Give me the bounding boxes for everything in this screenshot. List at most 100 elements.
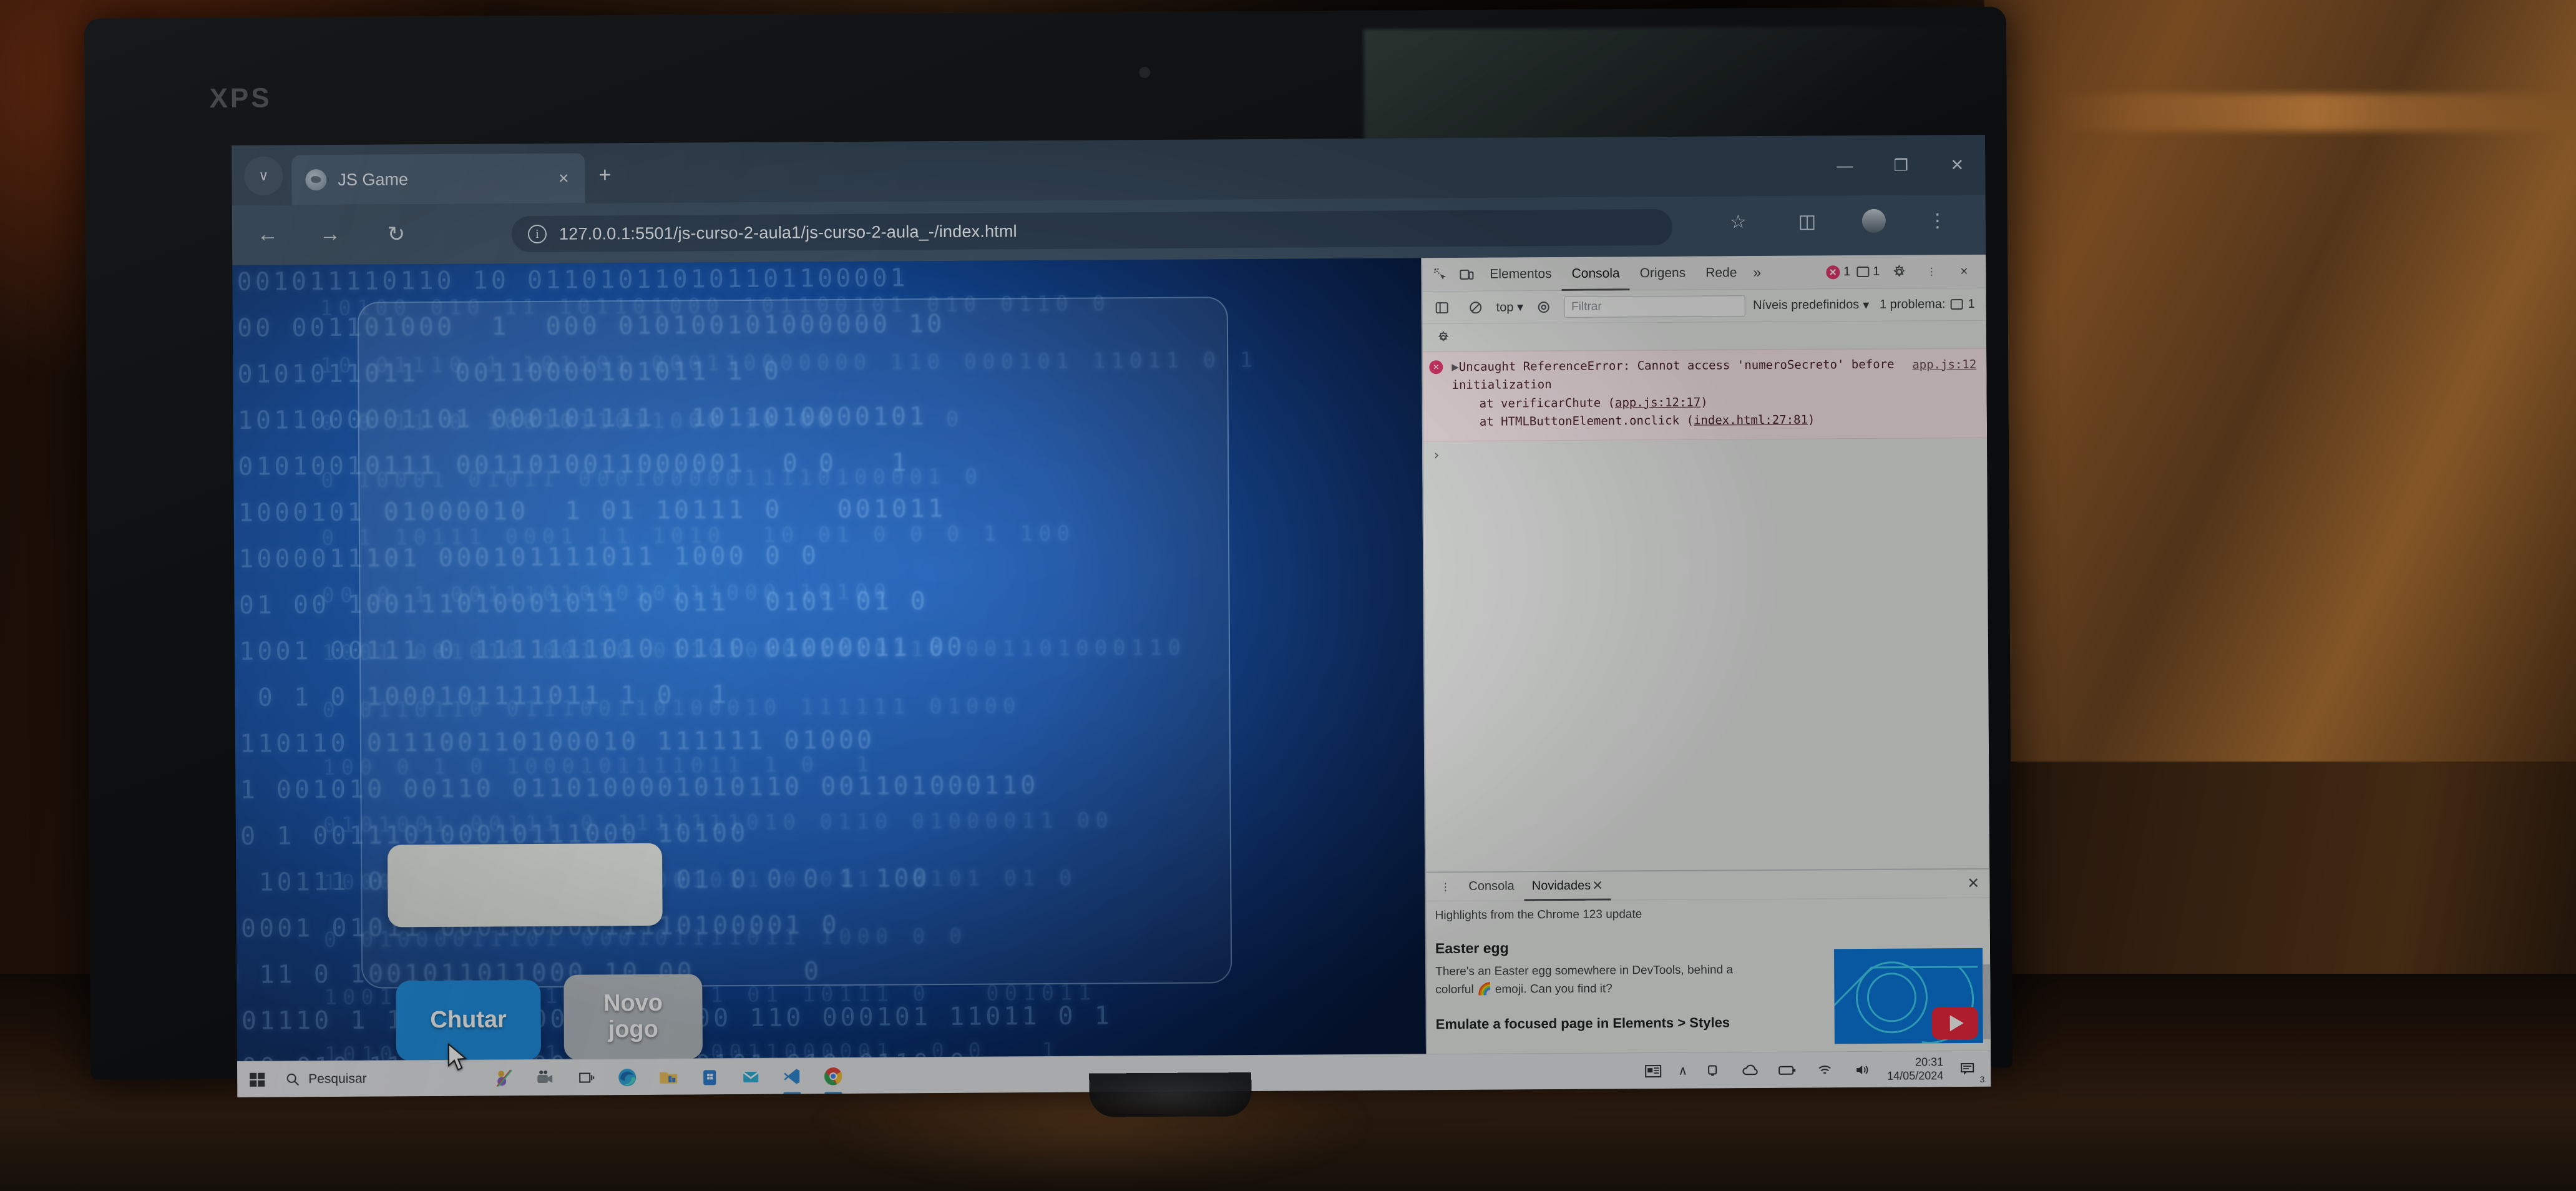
chevron-down-icon: ▾ [1517,300,1524,315]
system-tray: ∧ 20:31 14/05/2024 3 [1641,1056,1991,1085]
filter-placeholder: Filtrar [1571,300,1602,313]
devtools-menu-icon[interactable]: ⋮ [1918,258,1944,285]
error-count: 1 [1843,265,1851,279]
console-context-label: top [1496,300,1514,315]
new-tab-button[interactable]: + [598,163,611,187]
avatar[interactable] [1861,208,1886,233]
warning-count: 1 [1873,264,1880,278]
site-info-icon[interactable]: i [527,224,547,244]
live-expression-icon[interactable] [1531,294,1557,320]
wifi-icon[interactable] [1812,1057,1837,1082]
video-thumbnail[interactable] [1833,948,1983,1044]
tab-elementos[interactable]: Elementos [1480,257,1562,291]
log-levels-selector[interactable]: Níveis predefinidos ▾ [1753,297,1869,313]
console-prompt[interactable]: › [1423,438,1987,470]
clear-console-icon[interactable] [1463,294,1489,320]
edge-icon[interactable] [615,1065,640,1090]
stack-frame-1-link[interactable]: app.js:12:17 [1615,395,1700,409]
back-button[interactable]: ← [253,222,282,247]
tab-origens[interactable]: Origens [1629,256,1695,290]
volume-icon[interactable] [1850,1057,1875,1082]
news-icon[interactable] [1641,1058,1666,1083]
task-view-icon[interactable] [573,1065,598,1090]
console-filter-input[interactable]: Filtrar [1564,295,1746,318]
wood-highlight [2053,94,2576,131]
drawer-tab-novidades[interactable]: Novidades ✕ [1525,871,1611,901]
restore-button[interactable]: ❐ [1873,135,1930,195]
notification-icon[interactable]: 3 [1956,1056,1985,1084]
drawer-tab-novidades-label: Novidades [1531,878,1591,893]
close-window-button[interactable]: ✕ [1929,135,1986,195]
chrome-menu-icon[interactable]: ⋮ [1928,210,1947,232]
start-icon[interactable] [237,1071,277,1087]
tray-expand-icon[interactable]: ∧ [1678,1063,1687,1079]
error-source-link[interactable]: app.js:12 [1912,356,1976,375]
minimize-button[interactable]: — [1817,135,1873,196]
problems-indicator[interactable]: 1 problema: 1 [1880,297,1980,312]
log-levels-label: Níveis predefinidos [1753,298,1860,313]
error-count-badge[interactable]: ✕ 1 [1826,265,1850,279]
globe-icon [305,169,327,191]
chutar-label: Chutar [430,1006,507,1034]
console-settings-gear-icon[interactable] [1430,324,1456,350]
battery-icon[interactable] [1775,1057,1800,1082]
guess-input[interactable] [387,843,663,928]
device-toolbar-icon[interactable] [1453,261,1480,287]
tab-title: JS Game [338,169,409,189]
laptop-hinge [1089,1072,1252,1117]
onedrive-icon[interactable] [1700,1058,1725,1083]
message-icon [1950,299,1963,310]
devtools-panel: Elementos Consola Origens Rede » ✕ 1 1 ⋮… [1421,254,1991,1073]
inspect-element-icon[interactable] [1427,262,1453,288]
gear-icon[interactable] [1886,258,1912,285]
stack-frame-2-link[interactable]: index.html:27:81 [1694,413,1808,428]
laptop-body: XPS ∨ JS Game × + — ❐ ✕ ← → ↻ i 127.0.0.… [84,6,2013,1117]
window-controls: — ❐ ✕ [1817,135,1986,196]
browser-toolbar: ← → ↻ i 127.0.0.1:5501/js-curso-2-aula1/… [232,194,1986,265]
drawer-menu-icon[interactable]: ⋮ [1432,873,1458,899]
page-viewport: 10100 010 11 101101000 101100101 010 011… [232,258,1427,1080]
taskbar-apps [491,1063,846,1095]
taskbar-search[interactable]: Pesquisar [277,1071,367,1087]
forward-button[interactable]: → [316,222,344,247]
cloud-icon[interactable] [1737,1058,1762,1083]
novo-jogo-button[interactable]: Novo jogo [564,974,703,1060]
teams-icon[interactable] [491,1066,516,1091]
console-toolbar: top ▾ Filtrar Níveis predefinidos ▾ 1 pro… [1422,288,1986,325]
vscode-icon[interactable] [779,1064,804,1095]
error-icon: ✕ [1429,360,1443,375]
more-tabs-icon[interactable]: » [1747,264,1767,281]
warning-count-badge[interactable]: 1 [1856,265,1880,279]
devtools-close-icon[interactable]: ✕ [1951,258,1977,284]
explorer-icon[interactable] [656,1064,681,1089]
drawer-close-icon[interactable]: ✕ [1967,875,1984,893]
tab-rede[interactable]: Rede [1695,256,1747,290]
side-panel-icon[interactable]: ◫ [1798,210,1817,232]
taskbar-clock[interactable]: 20:31 14/05/2024 [1887,1056,1943,1083]
youtube-play-icon[interactable] [1931,1006,1978,1040]
console-output: ✕ app.js:12 ▶Uncaught ReferenceError: Ca… [1423,348,1988,470]
console-context-selector[interactable]: top ▾ [1496,299,1524,315]
notification-count: 3 [1979,1074,1985,1084]
console-error-message[interactable]: ✕ app.js:12 ▶Uncaught ReferenceError: Ca… [1423,348,1987,442]
console-sidebar-icon[interactable] [1429,295,1455,321]
scrollbar-thumb[interactable] [1983,964,1991,1039]
address-bar[interactable]: i 127.0.0.1:5501/js-curso-2-aula1/js-cur… [511,208,1673,253]
drawer-paragraph: There's an Easter egg somewhere in DevTo… [1435,963,1734,996]
close-icon[interactable]: × [559,169,569,188]
search-icon [286,1073,299,1086]
reload-button[interactable]: ↻ [382,222,411,247]
browser-tab[interactable]: JS Game × [291,153,585,205]
camera-icon[interactable] [532,1065,557,1090]
store-icon[interactable] [697,1064,722,1089]
tab-consola[interactable]: Consola [1561,257,1629,291]
mail-icon[interactable] [738,1064,763,1089]
problems-count: 1 [1968,297,1975,311]
drawer-tab-consola[interactable]: Consola [1461,872,1522,901]
bookmark-star-icon[interactable]: ☆ [1730,211,1747,233]
close-icon[interactable]: ✕ [1591,878,1603,894]
expand-triangle-icon[interactable]: ▶ [1451,360,1459,374]
problems-label: 1 problema: [1879,297,1946,311]
chrome-icon[interactable] [821,1063,846,1094]
tab-search-icon[interactable]: ∨ [244,156,283,195]
